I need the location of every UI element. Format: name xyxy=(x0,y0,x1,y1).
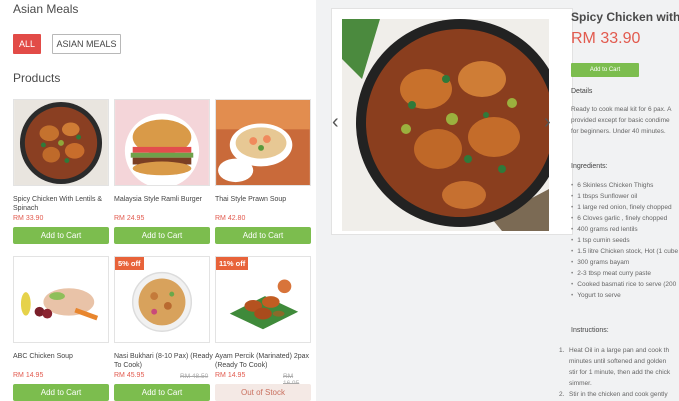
product-price: RM 45.95 xyxy=(114,372,145,379)
step-line: minutes until softened and golden xyxy=(569,358,667,365)
step-line: Heat Oil in a large pan and cook th xyxy=(569,347,670,354)
ingredients-heading: Ingredients: xyxy=(571,163,608,170)
product-price: RM 24.95 xyxy=(114,215,145,222)
filter-all-button[interactable]: ALL xyxy=(13,34,41,54)
ingredient-item: Yogurt to serve xyxy=(571,290,679,301)
add-to-cart-button[interactable]: Add to Cart xyxy=(571,63,639,77)
add-to-cart-button[interactable]: Add to Cart xyxy=(215,227,311,244)
catalog-panel: Asian Meals ALL ASIAN MEALS Products Spi… xyxy=(0,0,316,401)
ingredient-item: 6 Cloves garlic , finely chopped xyxy=(571,213,679,224)
ingredient-item: Cooked basmati rice to serve (200 xyxy=(571,279,679,290)
step-line: stir for 1 minute, then add the chick xyxy=(569,369,671,376)
ingredients-list: 6 Skinless Chicken Thighs 1 tbsps Sunflo… xyxy=(571,180,679,301)
product-name[interactable]: Malaysia Style Ramli Burger xyxy=(114,195,214,204)
step-line: simmer. xyxy=(569,380,592,387)
product-image[interactable]: 5% off xyxy=(114,256,210,343)
instruction-step: 1. Heat Oil in a large pan and cook th m… xyxy=(559,345,679,389)
ingredient-item: 6 Skinless Chicken Thighs xyxy=(571,180,679,191)
step-number: 2. xyxy=(559,391,565,398)
details-heading: Details xyxy=(571,88,593,95)
product-image[interactable] xyxy=(13,256,109,343)
product-price: RM 33.90 xyxy=(13,215,44,222)
chevron-left-icon[interactable]: ‹ xyxy=(332,112,339,132)
add-to-cart-button[interactable]: Add to Cart xyxy=(13,227,109,244)
add-to-cart-button[interactable]: Add to Cart xyxy=(13,384,109,401)
product-main-image[interactable] xyxy=(342,19,549,231)
product-price: RM 42.80 xyxy=(215,215,246,222)
add-to-cart-button[interactable]: Add to Cart xyxy=(114,227,210,244)
product-image[interactable]: 11% off xyxy=(215,256,311,343)
out-of-stock-button[interactable]: Out of Stock xyxy=(215,384,311,401)
add-to-cart-button[interactable]: Add to Cart xyxy=(114,384,210,401)
instruction-step: 2. Stir in the chicken and cook gently xyxy=(559,389,679,400)
product-gallery xyxy=(331,8,573,235)
product-price: RM 14.95 xyxy=(215,372,246,379)
product-detail-panel: ‹ › Spicy Chicken with RM 33.90 Add to C… xyxy=(316,0,679,401)
ingredient-item: 1 tbsps Sunflower oil xyxy=(571,191,679,202)
product-image[interactable] xyxy=(215,99,311,186)
product-name[interactable]: ABC Chicken Soup xyxy=(13,352,113,361)
product-image[interactable] xyxy=(13,99,109,186)
product-old-price: RM 48.50 xyxy=(180,372,209,380)
product-name[interactable]: Thai Style Prawn Soup xyxy=(215,195,315,204)
product-price: RM 33.90 xyxy=(571,30,641,47)
filter-asian-meals-button[interactable]: ASIAN MEALS xyxy=(52,34,121,54)
description-line: provided except for basic condime xyxy=(571,117,670,124)
ingredient-item: 400 grams red lentils xyxy=(571,224,679,235)
step-line: Stir in the chicken and cook gently xyxy=(569,391,668,398)
ingredient-item: 1 tsp cumin seeds xyxy=(571,235,679,246)
category-title: Asian Meals xyxy=(13,2,79,16)
product-price: RM 14.95 xyxy=(13,372,44,379)
description-line: for beginners. Under 40 minutes. xyxy=(571,128,666,135)
product-description: Ready to cook meal kit for 6 pax. A prov… xyxy=(571,104,679,137)
discount-badge: 5% off xyxy=(115,257,144,270)
instructions-list: 1. Heat Oil in a large pan and cook th m… xyxy=(559,345,679,400)
description-line: Ready to cook meal kit for 6 pax. A xyxy=(571,106,672,113)
product-title: Spicy Chicken with xyxy=(571,10,679,24)
chevron-right-icon[interactable]: › xyxy=(544,112,551,132)
ingredient-item: 1 large red onion, finely chopped xyxy=(571,202,679,213)
product-name[interactable]: Spicy Chicken With Lentils & Spinach xyxy=(13,195,113,213)
product-name[interactable]: Nasi Bukhari (8-10 Pax) (Ready To Cook) xyxy=(114,352,214,370)
product-image[interactable] xyxy=(114,99,210,186)
step-number: 1. xyxy=(559,347,565,354)
ingredient-item: 2-3 tbsp meat curry paste xyxy=(571,268,679,279)
instructions-heading: Instructions: xyxy=(571,327,609,334)
products-heading: Products xyxy=(13,71,61,85)
ingredient-item: 1.5 litre Chicken stock, Hot (1 cube xyxy=(571,246,679,257)
product-name[interactable]: Ayam Percik (Marinated) 2pax (Ready To C… xyxy=(215,352,315,370)
discount-badge: 11% off xyxy=(216,257,249,270)
ingredient-item: 300 grams bayam xyxy=(571,257,679,268)
